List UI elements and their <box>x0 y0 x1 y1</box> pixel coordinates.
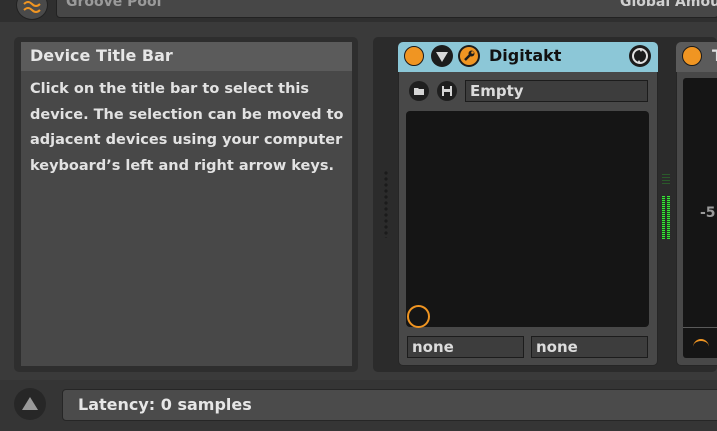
hot-swap-icon[interactable] <box>629 45 651 67</box>
fold-triangle-icon[interactable] <box>431 45 453 67</box>
device-name: Digitakt <box>489 46 562 65</box>
chain-drag-handle[interactable] <box>383 170 389 238</box>
level-meter-left <box>662 196 665 239</box>
wave-icon <box>23 1 41 13</box>
save-icon[interactable] <box>437 81 457 101</box>
info-text: Click on the title bar to select this de… <box>30 81 344 174</box>
next-device-divider <box>683 327 717 328</box>
preset-name-field[interactable]: Empty <box>465 80 648 102</box>
next-device-power-icon[interactable] <box>682 46 702 66</box>
top-left-label: Groove Pool <box>66 0 162 10</box>
input-selector-right[interactable]: none <box>531 336 648 358</box>
wrench-icon[interactable] <box>458 45 480 67</box>
global-amount-label: Global Amount <box>620 0 717 10</box>
level-meter-right <box>667 196 670 239</box>
info-title: Device Title Bar <box>30 46 173 65</box>
next-device-title: T <box>712 46 717 65</box>
folder-icon[interactable] <box>409 81 429 101</box>
next-device-knob[interactable] <box>693 339 709 355</box>
groove-pool-toggle-button[interactable] <box>16 0 48 20</box>
triangle-up-icon <box>22 397 38 410</box>
input-selector-left[interactable]: none <box>407 336 524 358</box>
device-knob[interactable] <box>407 305 430 328</box>
latency-readout: Latency: 0 samples <box>78 395 252 414</box>
info-view-toggle-button[interactable] <box>14 388 46 420</box>
power-icon[interactable] <box>404 46 424 66</box>
meter-peak-marks <box>662 174 670 184</box>
next-device-value: -5 <box>700 205 716 221</box>
device-display <box>406 111 649 327</box>
